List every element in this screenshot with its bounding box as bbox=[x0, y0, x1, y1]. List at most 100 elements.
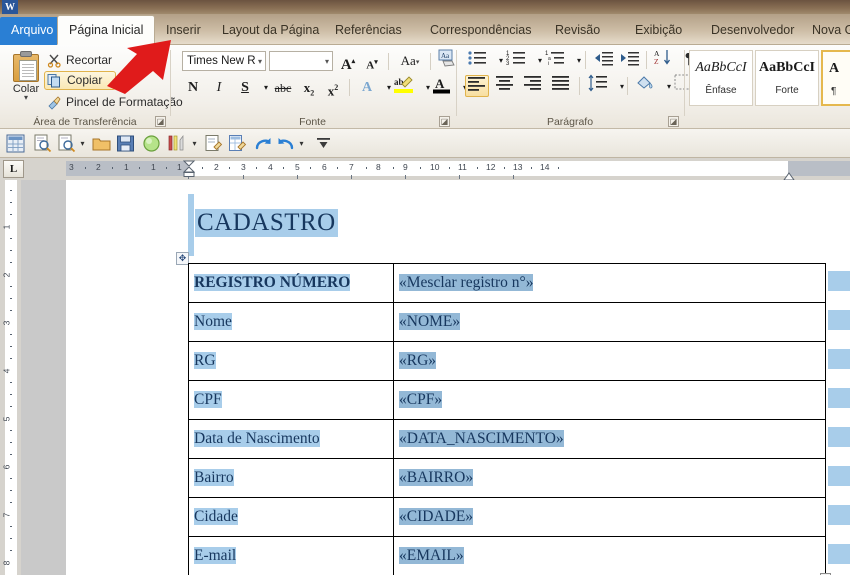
justify-button[interactable] bbox=[549, 75, 573, 97]
cadastro-table[interactable]: REGISTRO NÚMERO «Mesclar registro n°» No… bbox=[188, 263, 826, 575]
chevron-down-icon[interactable]: ▾ bbox=[325, 52, 329, 70]
tab-desenvolvedor[interactable]: Desenvolvedor bbox=[700, 16, 805, 45]
tools-icon[interactable] bbox=[167, 134, 186, 153]
superscript-button[interactable]: x2 bbox=[322, 77, 344, 99]
table-cell-field[interactable]: «Mesclar registro n°» bbox=[393, 263, 826, 303]
tab-inserir[interactable]: Inserir bbox=[155, 16, 212, 45]
chevron-down-icon[interactable]: ▾ bbox=[258, 52, 262, 70]
circle-green-icon[interactable] bbox=[142, 134, 161, 153]
table-cell-label[interactable]: Data de Nascimento bbox=[188, 419, 394, 459]
cut-button[interactable]: Recortar bbox=[44, 51, 122, 70]
align-center-button[interactable] bbox=[493, 75, 517, 97]
horizontal-ruler[interactable]: L 3 2 1 1 1 2 3 4 5 6 7 8 9 10 11 12 13 … bbox=[0, 158, 850, 181]
line-spacing-dropdown[interactable]: ▾ bbox=[611, 76, 633, 98]
table-cell-field[interactable]: «RG» bbox=[393, 341, 826, 381]
edit-table-icon[interactable] bbox=[228, 134, 247, 153]
table-grid-icon[interactable] bbox=[6, 134, 25, 153]
table-cell-label[interactable]: Bairro bbox=[188, 458, 394, 498]
table-row[interactable]: E-mail «EMAIL» Telefone «TELEFONE» bbox=[188, 536, 826, 575]
table-cell-field[interactable]: «NOME» bbox=[393, 302, 826, 342]
table-row[interactable]: CPF «CPF» bbox=[188, 380, 826, 420]
undo-icon[interactable] bbox=[277, 134, 296, 153]
table-row[interactable]: REGISTRO NÚMERO «Mesclar registro n°» bbox=[188, 263, 826, 303]
paste-button[interactable]: Colar ▾ bbox=[5, 50, 47, 108]
table-row[interactable]: Cidade «CIDADE» UF «UF» bbox=[188, 497, 826, 537]
strikethrough-button[interactable]: abc bbox=[270, 77, 296, 99]
tab-arquivo[interactable]: Arquivo bbox=[0, 17, 65, 45]
tab-nova-guia[interactable]: Nova Guia bbox=[801, 16, 850, 45]
tab-stop-selector[interactable]: L bbox=[3, 160, 24, 178]
edit-page-icon[interactable] bbox=[204, 134, 223, 153]
increase-indent-button[interactable] bbox=[618, 49, 640, 71]
open-folder-icon[interactable] bbox=[92, 134, 111, 153]
align-right-button[interactable] bbox=[521, 75, 545, 97]
grow-font-button[interactable]: A▴ bbox=[337, 50, 359, 73]
tab-correspondencias[interactable]: Correspondências bbox=[419, 16, 542, 45]
format-painter-button[interactable]: Pincel de Formatação bbox=[44, 93, 183, 112]
highlight-color-button[interactable]: ab bbox=[392, 75, 416, 97]
change-case-button[interactable]: Aa▾ bbox=[395, 50, 425, 72]
table-cell-field[interactable]: «CPF» bbox=[393, 380, 826, 420]
table-cell-field[interactable]: «BAIRRO» bbox=[393, 458, 826, 498]
chevron-down-icon[interactable]: ▾ bbox=[190, 134, 199, 153]
font-dialog-launcher[interactable]: ◪ bbox=[439, 116, 450, 127]
sort-button[interactable]: A Z bbox=[652, 48, 674, 70]
table-cell-label[interactable]: Nome bbox=[188, 302, 394, 342]
chevron-down-icon[interactable]: ▾ bbox=[297, 134, 306, 153]
paragraph-dialog-launcher[interactable]: ◪ bbox=[668, 116, 679, 127]
style-third-selected[interactable]: A ¶ bbox=[821, 50, 850, 106]
table-row[interactable]: Bairro «BAIRRO» bbox=[188, 458, 826, 498]
style-enfase[interactable]: AaBbCcI Ênfase bbox=[689, 50, 753, 106]
document-page[interactable]: CADASTRO ✥ REGISTRO NÚMERO «Mesclar regi… bbox=[66, 180, 850, 575]
shading-button[interactable] bbox=[633, 74, 657, 96]
table-cell-label[interactable]: RG bbox=[188, 341, 394, 381]
decrease-indent-button[interactable] bbox=[592, 49, 614, 71]
tab-pagina-inicial[interactable]: Página Inicial bbox=[57, 15, 156, 45]
multilevel-list-dropdown[interactable]: ▾ bbox=[568, 50, 590, 72]
paragraph-selection-bar bbox=[188, 194, 194, 256]
print-preview-options-icon[interactable] bbox=[57, 134, 76, 153]
tab-referencias[interactable]: Referências bbox=[324, 16, 413, 45]
shrink-font-button[interactable]: A▾ bbox=[361, 51, 383, 73]
save-icon[interactable] bbox=[116, 134, 135, 153]
customize-toolbar-icon[interactable] bbox=[314, 134, 333, 153]
ruler-track[interactable]: 3 2 1 1 1 2 3 4 5 6 7 8 9 10 11 12 13 14 bbox=[66, 160, 850, 181]
copy-button[interactable]: Copiar bbox=[44, 71, 116, 90]
font-color-button[interactable]: A bbox=[430, 75, 454, 97]
table-row[interactable]: Data de Nascimento «DATA_NASCIMENTO» bbox=[188, 419, 826, 459]
style-forte[interactable]: AaBbCcI Forte bbox=[755, 50, 819, 106]
subscript-button[interactable]: x2 bbox=[298, 77, 320, 99]
tab-revisao[interactable]: Revisão bbox=[544, 16, 611, 45]
paste-dropdown-caret-icon[interactable]: ▾ bbox=[5, 94, 47, 102]
table-cell-label[interactable]: E-mail bbox=[188, 536, 394, 575]
print-preview-icon[interactable] bbox=[33, 134, 52, 153]
table-cell-field[interactable]: «CIDADE» bbox=[393, 497, 826, 537]
numbered-list-button[interactable]: 1 2 3 bbox=[504, 49, 528, 71]
text-effects-button[interactable]: A bbox=[356, 77, 378, 99]
underline-button[interactable]: S bbox=[234, 77, 256, 99]
redo-icon[interactable] bbox=[253, 134, 272, 153]
table-cell-field[interactable]: «DATA_NASCIMENTO» bbox=[393, 419, 826, 459]
tab-exibicao[interactable]: Exibição bbox=[624, 16, 693, 45]
font-size-combobox[interactable]: ▾ bbox=[269, 51, 333, 71]
vertical-ruler[interactable]: 1 2 3 4 5 6 7 8 bbox=[0, 180, 21, 575]
italic-button[interactable]: I bbox=[208, 77, 230, 99]
table-cell-label[interactable]: CPF bbox=[188, 380, 394, 420]
line-spacing-button[interactable] bbox=[586, 74, 610, 96]
clipboard-dialog-launcher[interactable]: ◪ bbox=[155, 116, 166, 127]
first-line-indent-marker[interactable] bbox=[182, 160, 196, 182]
table-row[interactable]: RG «RG» bbox=[188, 341, 826, 381]
chevron-down-icon[interactable]: ▾ bbox=[78, 134, 87, 153]
align-left-button[interactable] bbox=[465, 75, 489, 97]
font-name-combobox[interactable]: Times New R ▾ bbox=[182, 51, 266, 71]
table-cell-label[interactable]: REGISTRO NÚMERO bbox=[188, 263, 394, 303]
document-canvas[interactable]: CADASTRO ✥ REGISTRO NÚMERO «Mesclar regi… bbox=[66, 180, 850, 575]
bullet-list-button[interactable] bbox=[465, 49, 489, 71]
table-row[interactable]: Nome «NOME» bbox=[188, 302, 826, 342]
multilevel-list-button[interactable]: 1 a i bbox=[543, 49, 567, 71]
document-heading[interactable]: CADASTRO bbox=[195, 209, 338, 237]
table-cell-label[interactable]: Cidade bbox=[188, 497, 394, 537]
table-cell-field[interactable]: «EMAIL» bbox=[393, 536, 826, 575]
tab-layout-da-pagina[interactable]: Layout da Página bbox=[211, 16, 330, 45]
bold-button[interactable]: N bbox=[182, 77, 204, 99]
